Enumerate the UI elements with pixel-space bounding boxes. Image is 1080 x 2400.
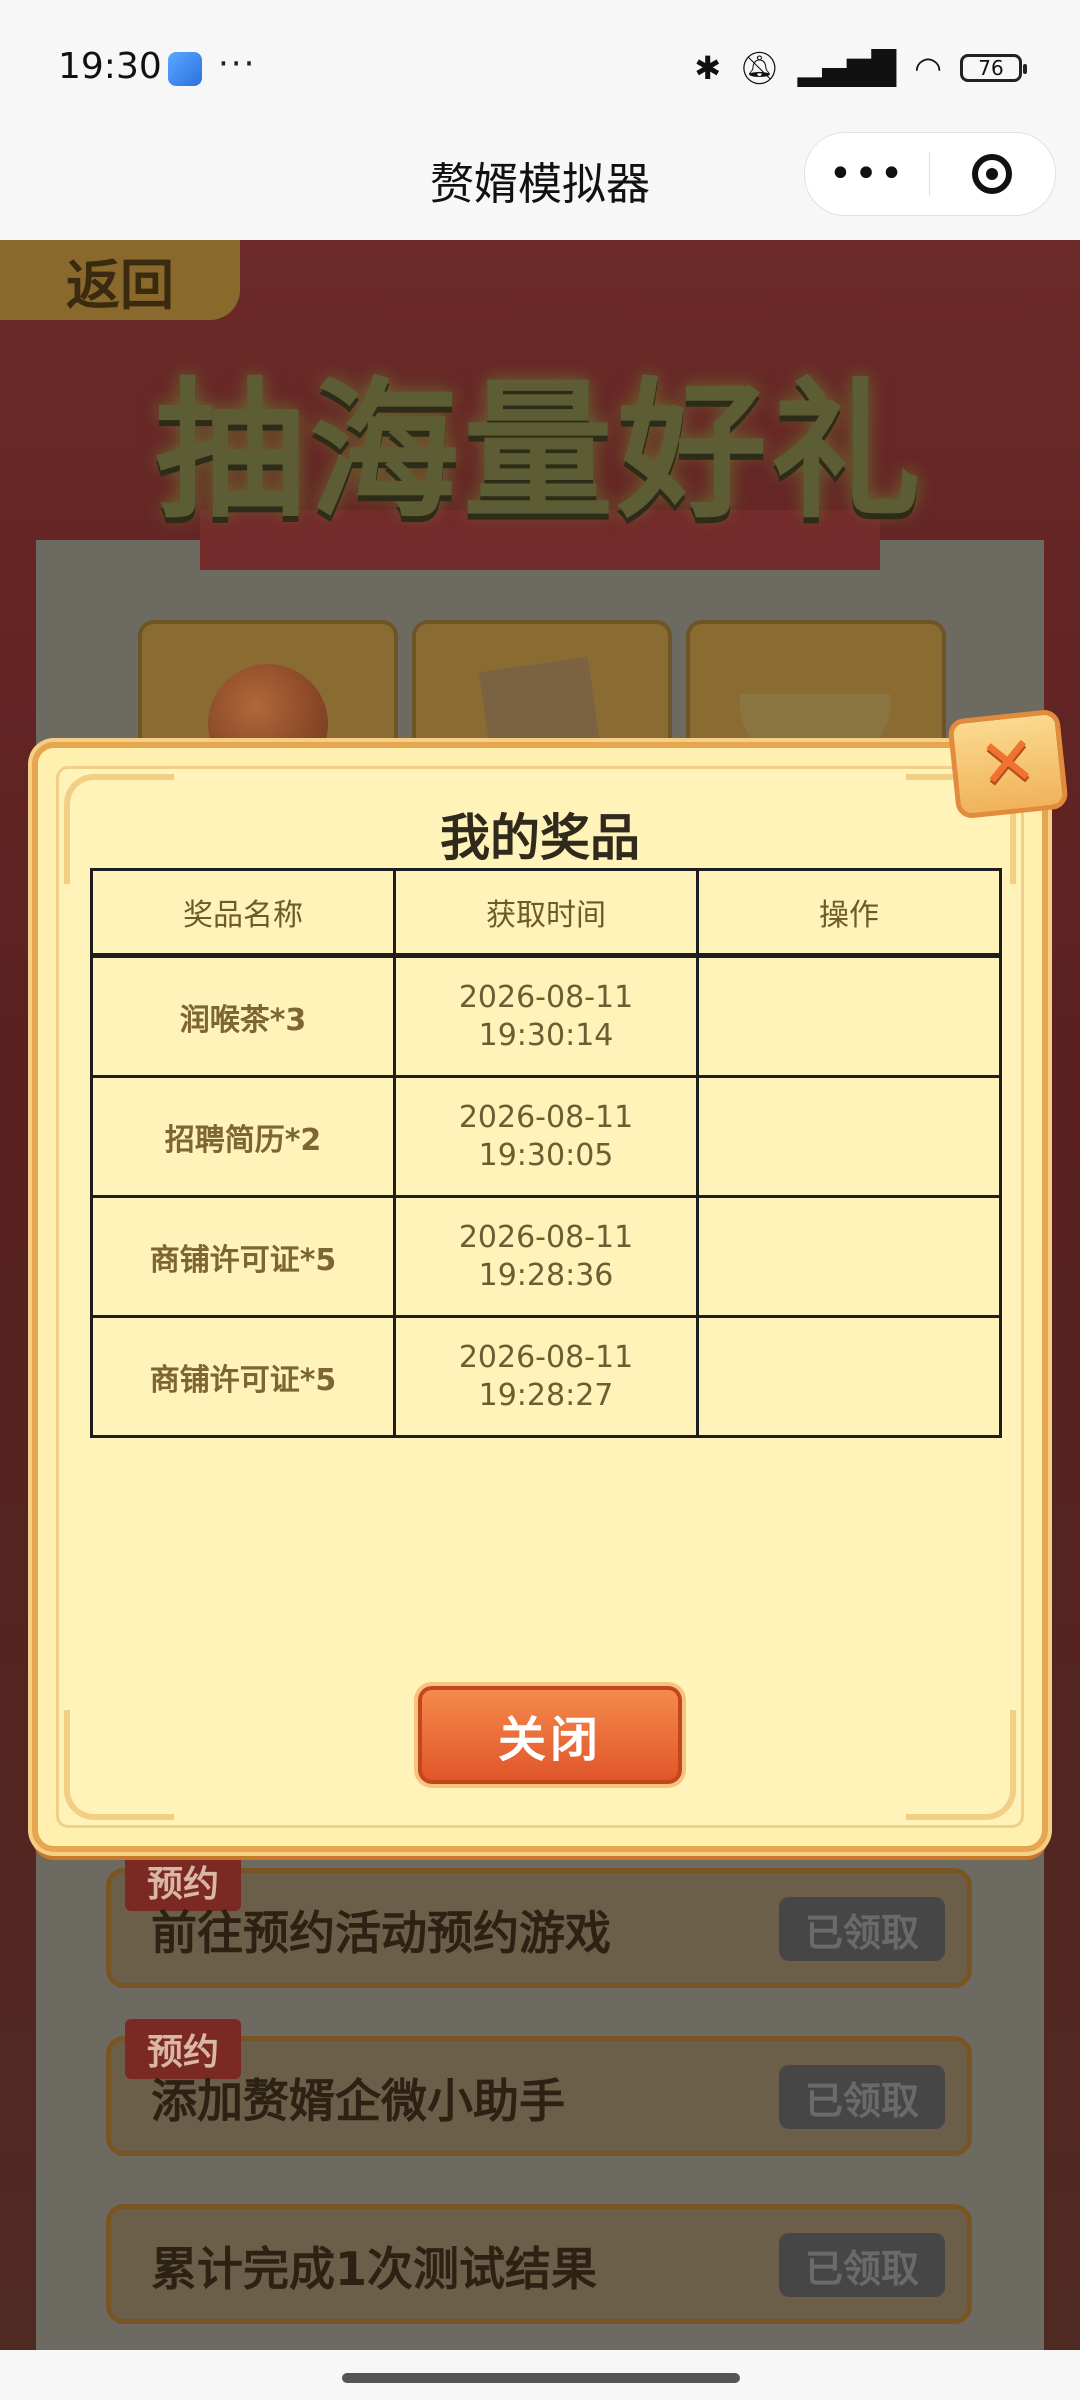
task-item: 预约 前往预约活动预约游戏 已领取 [106,1851,972,1988]
wifi-icon: ◠ [914,49,942,87]
claimed-button[interactable]: 已领取 [779,2065,945,2129]
close-icon: ✕ [975,721,1041,806]
prizes-modal: 我的奖品 奖品名称 获取时间 操作 润喉茶*3 2026-08-11 19:30:… [32,742,1048,1852]
table-row: 招聘简历*2 2026-08-11 19:30:05 [90,1075,1002,1198]
home-indicator[interactable] [342,2373,740,2383]
task-text: 添加赘婿企微小助手 [151,2074,565,2128]
obtain-time-cell: 2026-08-11 19:28:36 [393,1195,699,1318]
modal-title: 我的奖品 [440,809,640,867]
obtain-time-cell: 2026-08-11 19:28:27 [393,1315,699,1438]
header-action: 操作 [696,868,1002,957]
target-icon [972,154,1012,194]
status-bar: 19:30 ··· ✱ 🔕︎ ▂▄▆█ ◠ 76 [0,0,1080,130]
header-prize-name: 奖品名称 [90,868,396,957]
obtain-date: 2026-08-11 [458,1099,634,1135]
corner-ornament [906,1710,1016,1820]
capsule-menu: ••• [804,132,1056,216]
claimed-button[interactable]: 已领取 [779,2233,945,2297]
table-row: 商铺许可证*5 2026-08-11 19:28:27 [90,1315,1002,1438]
prize-name-cell: 商铺许可证*5 [90,1195,396,1318]
prize-name-cell: 商铺许可证*5 [90,1315,396,1438]
bluetooth-icon: ✱ [694,49,722,87]
obtain-date: 2026-08-11 [458,1219,634,1255]
obtain-date: 2026-08-11 [458,979,634,1015]
battery-icon: 76 [960,54,1027,82]
obtain-clock: 19:30:14 [478,1017,614,1053]
table-row: 润喉茶*3 2026-08-11 19:30:14 [90,954,1002,1078]
claimed-button[interactable]: 已领取 [779,1897,945,1961]
action-cell [696,1075,1002,1198]
more-notifications-icon: ··· [218,44,257,84]
exit-miniprogram-button[interactable] [930,154,1054,194]
task-item: 累计完成1次测试结果 已领取 [106,2204,972,2324]
back-button[interactable]: 返回 [0,240,240,320]
table-header-row: 奖品名称 获取时间 操作 [90,868,1002,957]
task-text: 累计完成1次测试结果 [151,2242,598,2296]
hero-title: 抽海量好礼 [154,365,925,539]
prize-name-cell: 招聘简历*2 [90,1075,396,1198]
obtain-time-cell: 2026-08-11 19:30:14 [393,954,699,1078]
close-modal-button[interactable]: 关闭 [418,1686,682,1784]
obtain-clock: 19:28:27 [478,1377,614,1413]
prizes-table: 奖品名称 获取时间 操作 润喉茶*3 2026-08-11 19:30:14 招聘… [90,868,1002,1438]
obtain-clock: 19:30:05 [478,1137,614,1173]
modal-close-x-button[interactable]: ✕ [947,708,1069,820]
status-icons: ✱ 🔕︎ ▂▄▆█ ◠ 76 [694,46,1027,90]
action-cell [696,954,1002,1078]
nav-bar: 赘婿模拟器 ••• [0,130,1080,240]
obtain-time-cell: 2026-08-11 19:30:05 [393,1075,699,1198]
app-notification-icon [168,52,202,86]
table-row: 商铺许可证*5 2026-08-11 19:28:36 [90,1195,1002,1318]
silent-bell-icon: 🔕︎ [739,49,780,87]
header-obtain-time: 获取时间 [393,868,699,957]
task-text: 前往预约活动预约游戏 [151,1906,611,1960]
prize-name-cell: 润喉茶*3 [90,954,396,1078]
hd-signal-icon: ▂▄▆█ [797,49,897,87]
corner-ornament [64,1710,174,1820]
task-item: 预约 添加赘婿企微小助手 已领取 [106,2019,972,2156]
action-cell [696,1195,1002,1318]
obtain-clock: 19:28:36 [478,1257,614,1293]
more-options-button[interactable]: ••• [805,154,929,194]
obtain-date: 2026-08-11 [458,1339,634,1375]
status-time: 19:30 [58,46,162,87]
action-cell [696,1315,1002,1438]
